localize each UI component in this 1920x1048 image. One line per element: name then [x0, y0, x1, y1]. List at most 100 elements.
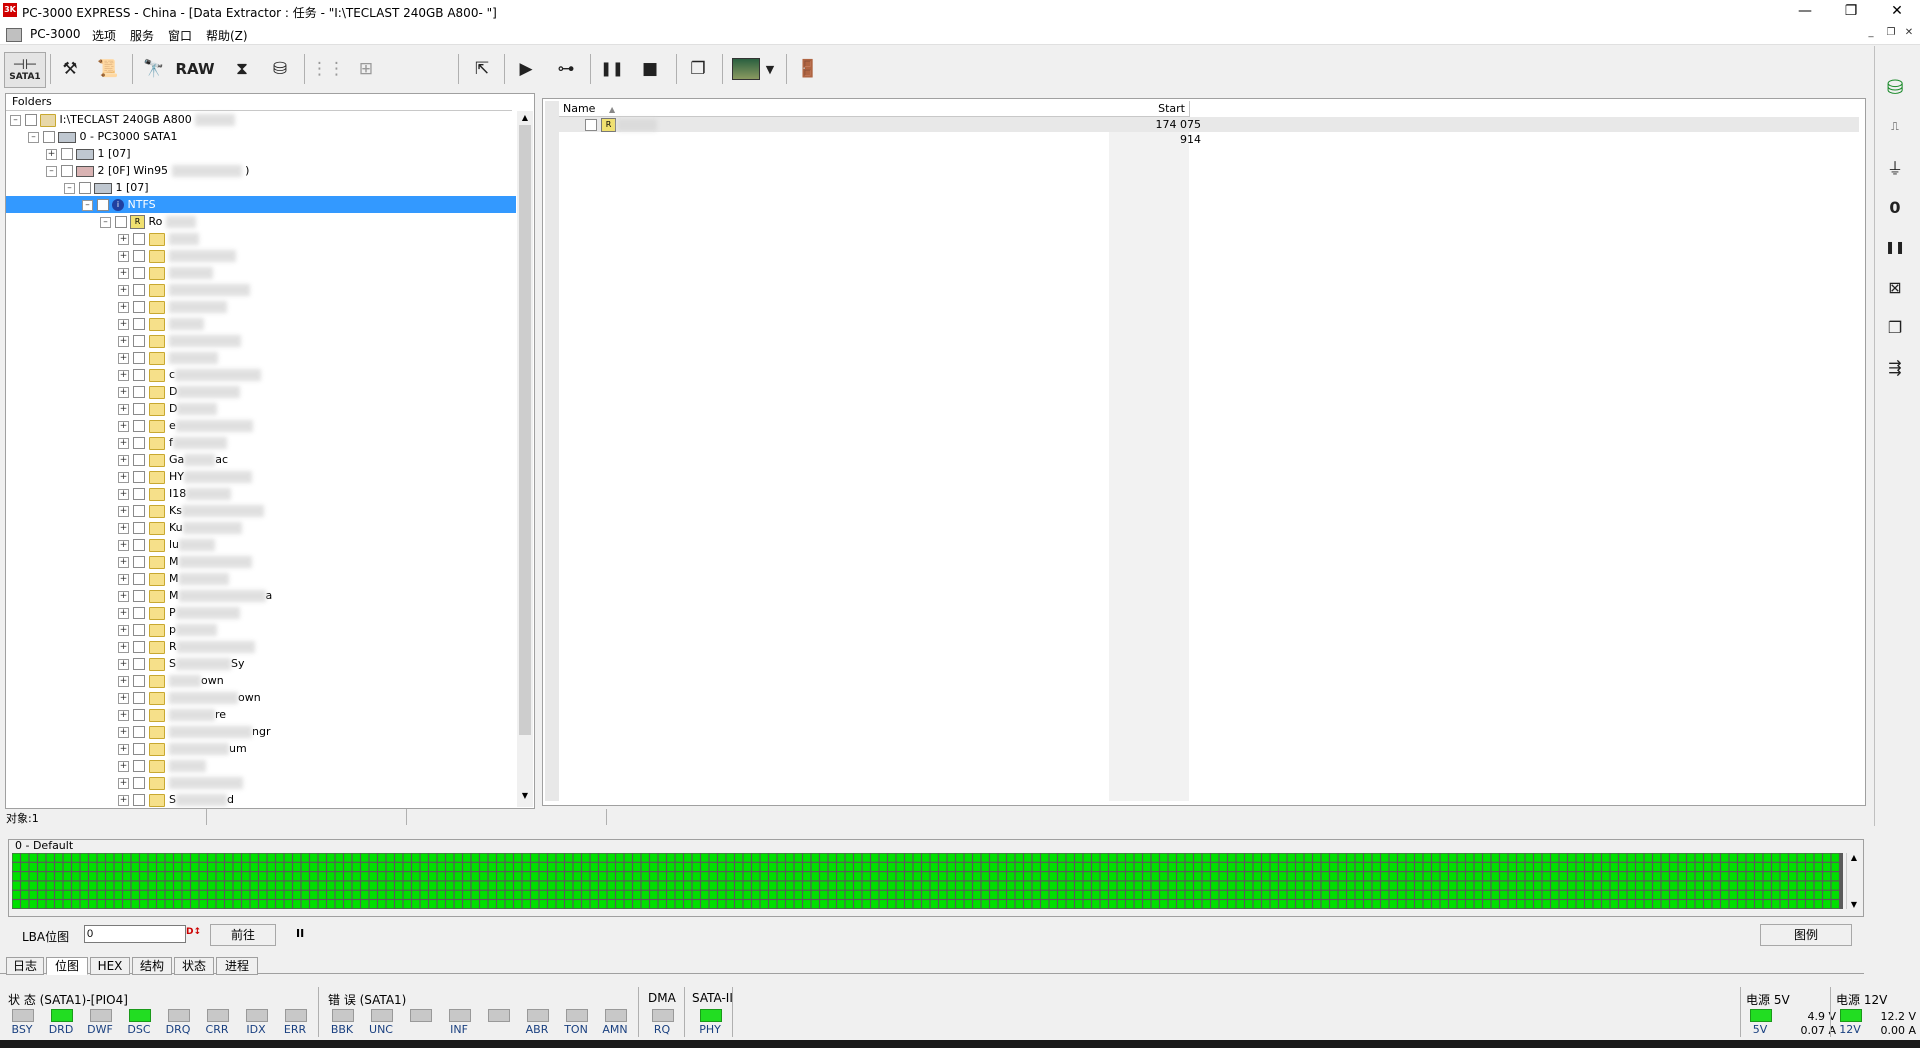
- map-cell[interactable]: [1160, 890, 1168, 899]
- map-cell[interactable]: [905, 890, 913, 899]
- collapse-icon[interactable]: –: [10, 114, 21, 126]
- map-cell[interactable]: [1780, 862, 1788, 871]
- map-cell[interactable]: [1576, 881, 1584, 890]
- map-cell[interactable]: [216, 890, 224, 899]
- menu-window[interactable]: 窗口: [168, 27, 192, 44]
- map-cell[interactable]: [556, 872, 564, 881]
- tree-checkbox[interactable]: [24, 114, 37, 126]
- map-cell[interactable]: [1483, 900, 1491, 909]
- map-cell[interactable]: [1755, 853, 1763, 862]
- tree-node-folder[interactable]: + R: [6, 638, 516, 655]
- map-cell[interactable]: [12, 862, 20, 871]
- map-cell[interactable]: [1721, 881, 1729, 890]
- tree-scrollbar[interactable]: ▲ ▼: [517, 111, 533, 807]
- map-cell[interactable]: [990, 862, 998, 871]
- tree-node-folder[interactable]: + lu: [6, 536, 516, 553]
- tree-checkbox[interactable]: [133, 539, 145, 551]
- map-cell[interactable]: [1262, 872, 1270, 881]
- map-cell[interactable]: [777, 862, 785, 871]
- map-cell[interactable]: [1644, 890, 1652, 899]
- map-cell[interactable]: [1381, 881, 1389, 890]
- map-cell[interactable]: [1024, 853, 1032, 862]
- map-cell[interactable]: [1313, 881, 1321, 890]
- map-cell[interactable]: [803, 872, 811, 881]
- map-cell[interactable]: [1109, 881, 1117, 890]
- map-cell[interactable]: [828, 862, 836, 871]
- map-cell[interactable]: [1032, 853, 1040, 862]
- map-cell[interactable]: [1602, 862, 1610, 871]
- map-cell[interactable]: [1321, 862, 1329, 871]
- map-cell[interactable]: [123, 872, 131, 881]
- map-cell[interactable]: [301, 872, 309, 881]
- map-cell[interactable]: [1423, 872, 1431, 881]
- map-cell[interactable]: [1015, 890, 1023, 899]
- map-cell[interactable]: [276, 900, 284, 909]
- tree-node-folder[interactable]: + M: [6, 553, 516, 570]
- map-cell[interactable]: [1194, 890, 1202, 899]
- map-cell[interactable]: [1542, 862, 1550, 871]
- map-cell[interactable]: [1007, 890, 1015, 899]
- map-cell[interactable]: [1755, 862, 1763, 871]
- map-cell[interactable]: [718, 853, 726, 862]
- map-cell[interactable]: [726, 890, 734, 899]
- map-cell[interactable]: [828, 853, 836, 862]
- map-cell[interactable]: [199, 872, 207, 881]
- map-cell[interactable]: [55, 900, 63, 909]
- map-cell[interactable]: [1534, 881, 1542, 890]
- tree-checkbox[interactable]: [133, 777, 145, 789]
- expand-icon[interactable]: +: [118, 403, 129, 415]
- tree-checkbox[interactable]: [133, 352, 145, 364]
- map-cell[interactable]: [1338, 900, 1346, 909]
- map-cell[interactable]: [259, 881, 267, 890]
- map-cell[interactable]: [1508, 900, 1516, 909]
- map-cell[interactable]: [1823, 862, 1831, 871]
- map-cell[interactable]: [1806, 872, 1814, 881]
- tree-checkbox[interactable]: [133, 641, 145, 653]
- map-cell[interactable]: [1610, 862, 1618, 871]
- map-cell[interactable]: [318, 853, 326, 862]
- map-cell[interactable]: [1466, 853, 1474, 862]
- map-cell[interactable]: [726, 900, 734, 909]
- map-cell[interactable]: [497, 872, 505, 881]
- map-cell[interactable]: [1372, 872, 1380, 881]
- map-cell[interactable]: [1330, 853, 1338, 862]
- tree-checkbox[interactable]: [133, 760, 145, 772]
- map-cell[interactable]: [1517, 853, 1525, 862]
- map-cell[interactable]: [335, 862, 343, 871]
- map-cell[interactable]: [735, 872, 743, 881]
- map-cell[interactable]: [72, 881, 80, 890]
- map-cell[interactable]: [1602, 881, 1610, 890]
- map-cell[interactable]: [131, 890, 139, 899]
- map-cell[interactable]: [12, 881, 20, 890]
- map-cell[interactable]: [1262, 890, 1270, 899]
- map-cell[interactable]: [165, 900, 173, 909]
- map-cell[interactable]: [1772, 890, 1780, 899]
- map-cell[interactable]: [1143, 900, 1151, 909]
- map-cell[interactable]: [1593, 872, 1601, 881]
- map-cell[interactable]: [769, 881, 777, 890]
- expand-icon[interactable]: +: [118, 301, 129, 313]
- map-cell[interactable]: [1653, 862, 1661, 871]
- map-cell[interactable]: [1049, 853, 1057, 862]
- map-cell[interactable]: [1398, 872, 1406, 881]
- map-cell[interactable]: [1525, 900, 1533, 909]
- map-cell[interactable]: [284, 853, 292, 862]
- tree-node-folder[interactable]: + D: [6, 400, 516, 417]
- map-cell[interactable]: [1729, 881, 1737, 890]
- map-cell[interactable]: [1219, 853, 1227, 862]
- tree-node-folder[interactable]: + Sd: [6, 791, 516, 808]
- tree-checkbox[interactable]: [133, 624, 145, 636]
- map-cell[interactable]: [403, 862, 411, 871]
- map-cell[interactable]: [922, 890, 930, 899]
- map-cell[interactable]: [1321, 881, 1329, 890]
- map-cell[interactable]: [310, 862, 318, 871]
- map-cell[interactable]: [403, 890, 411, 899]
- expand-icon[interactable]: +: [118, 335, 129, 347]
- map-cell[interactable]: [786, 862, 794, 871]
- map-cell[interactable]: [157, 890, 165, 899]
- map-cell[interactable]: [769, 862, 777, 871]
- map-cell[interactable]: [1772, 881, 1780, 890]
- map-cell[interactable]: [157, 862, 165, 871]
- tree-node-folder[interactable]: + ngr: [6, 723, 516, 740]
- map-cell[interactable]: [1721, 890, 1729, 899]
